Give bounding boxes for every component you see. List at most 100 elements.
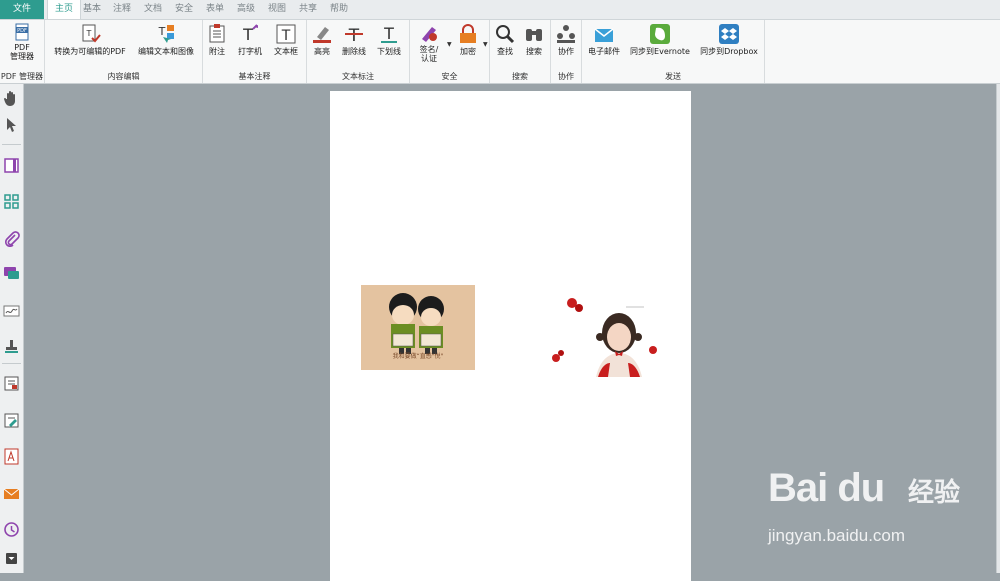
cartoon-couple-image[interactable]: 我和要做“直感"悦" <box>361 285 475 370</box>
pdf-manager-label-1: PDF <box>14 43 30 52</box>
group-search: 查找 搜索 搜索 <box>490 20 551 83</box>
encrypt-dropdown-arrow-icon[interactable]: ▼ <box>483 41 488 48</box>
evernote-icon <box>650 24 670 44</box>
tab-forms[interactable]: 表单 <box>203 0 227 19</box>
tab-advanced[interactable]: 高级 <box>234 0 258 19</box>
tab-document[interactable]: 文档 <box>141 0 165 19</box>
tab-basic[interactable]: 基本 <box>80 0 104 19</box>
group-pdf-manager: PDF PDF 管理器 PDF 管理器 <box>0 20 45 83</box>
pdf-file-icon: PDF <box>15 23 29 41</box>
svg-text:T: T <box>383 24 394 43</box>
envelope-icon <box>594 28 614 42</box>
comments-panel-icon[interactable] <box>3 265 20 282</box>
attachments-panel-icon[interactable] <box>3 230 20 247</box>
edit-text-image-icon: T <box>158 25 174 43</box>
document-page[interactable]: 我和要做“直感"悦" <box>330 91 691 581</box>
stamp-icon[interactable] <box>3 338 20 355</box>
sign-dropdown-arrow-icon[interactable]: ▼ <box>447 41 452 48</box>
sign-label-1: 签名/ <box>419 45 439 54</box>
sign-pen-icon <box>422 27 437 42</box>
convert-editable-pdf-button[interactable]: T 转换为可编辑的PDF <box>49 23 131 56</box>
pdf-manager-button[interactable]: PDF PDF 管理器 <box>4 23 40 61</box>
textbox-icon: T <box>276 24 296 44</box>
girl-roses-photo <box>548 295 664 377</box>
left-toolbar <box>0 84 24 573</box>
edit-text-image-label: 编辑文本和图像 <box>138 47 194 56</box>
email-panel-icon[interactable] <box>3 485 20 502</box>
group-label-content-edit: 内容编辑 <box>107 72 140 81</box>
tab-share[interactable]: 共享 <box>296 0 320 19</box>
signatures-panel-icon[interactable] <box>3 302 20 319</box>
tab-home[interactable]: 主页 <box>47 0 81 19</box>
group-send: 电子邮件 同步到Evernote 同步到Dropbox 发送 <box>582 20 765 83</box>
convert-pdf-icon: T <box>82 24 101 43</box>
typewriter-label: 打字机 <box>238 47 262 56</box>
girl-with-roses-image[interactable] <box>548 295 664 377</box>
edit-text-image-button[interactable]: T 编辑文本和图像 <box>133 23 199 56</box>
group-label-send: 发送 <box>665 72 681 81</box>
group-label-search: 搜索 <box>512 72 528 81</box>
svg-text:T: T <box>348 26 360 45</box>
underline-icon: T <box>381 24 397 43</box>
encrypt-button[interactable]: 加密 <box>454 23 482 56</box>
tab-security[interactable]: 安全 <box>172 0 196 19</box>
tab-view[interactable]: 视图 <box>265 0 289 19</box>
typewriter-button[interactable]: T 打字机 <box>234 23 266 56</box>
strikeout-button[interactable]: T 删除线 <box>339 23 369 56</box>
cartoon-image-caption: 我和要做“直感"悦" <box>392 353 444 360</box>
sync-evernote-button[interactable]: 同步到Evernote <box>628 23 692 56</box>
group-content-edit: T 转换为可编辑的PDF T 编辑文本和图像 内容编辑 <box>45 20 203 83</box>
sign-label-2: 认证 <box>421 54 437 63</box>
highlight-button[interactable]: 高亮 <box>309 23 335 56</box>
strikeout-label: 删除线 <box>342 47 366 56</box>
highlight-icon <box>313 27 331 43</box>
right-scrollbar[interactable] <box>996 84 1000 573</box>
toolbar-divider-2 <box>2 363 21 364</box>
expand-toolbar-icon[interactable] <box>3 550 20 567</box>
lock-icon <box>460 24 476 43</box>
bookmarks-panel-icon[interactable] <box>3 157 20 174</box>
group-label-basic-annotation: 基本注释 <box>238 72 271 81</box>
sync-evernote-label: 同步到Evernote <box>630 47 690 56</box>
email-label: 电子邮件 <box>588 47 620 56</box>
pdf-document-icon[interactable] <box>3 448 20 465</box>
email-button[interactable]: 电子邮件 <box>584 23 624 56</box>
select-arrow-icon[interactable] <box>3 116 20 133</box>
edit-document-icon[interactable] <box>3 412 20 429</box>
group-label-pdf-manager: PDF 管理器 <box>0 72 44 81</box>
search-button[interactable]: 搜索 <box>521 23 547 56</box>
underline-label: 下划线 <box>377 47 401 56</box>
strikeout-icon: T <box>345 26 363 45</box>
hand-tool-icon[interactable] <box>3 90 20 107</box>
tab-help[interactable]: 帮助 <box>327 0 351 19</box>
svg-text:T: T <box>86 29 92 38</box>
ribbon: PDF PDF 管理器 PDF 管理器 T 转换为可编辑的PDF T 编辑文本和… <box>0 20 1000 84</box>
jingyan-logo-text: 经验 <box>908 478 961 508</box>
convert-editable-pdf-label: 转换为可编辑的PDF <box>54 47 126 56</box>
baidu-logo-text: Bai du <box>768 466 885 510</box>
textbox-label: 文本框 <box>274 47 298 56</box>
sync-dropbox-button[interactable]: 同步到Dropbox <box>696 23 762 56</box>
group-text-markup: 高亮 T 删除线 T 下划线 文本标注 <box>307 20 410 83</box>
binoculars-icon <box>526 29 542 41</box>
group-collaboration: 协作 协作 <box>551 20 582 83</box>
find-button[interactable]: 查找 <box>492 23 518 56</box>
textbox-button[interactable]: T 文本框 <box>270 23 302 56</box>
watermark-url: jingyan.baidu.com <box>768 526 906 545</box>
tab-annotate[interactable]: 注释 <box>110 0 134 19</box>
svg-text:PDF: PDF <box>17 28 27 34</box>
layers-panel-icon[interactable] <box>3 375 20 392</box>
highlight-label: 高亮 <box>314 47 330 56</box>
sign-certify-button[interactable]: 签名/ 认证 <box>412 23 446 63</box>
find-label: 查找 <box>497 47 513 56</box>
collaborate-button[interactable]: 协作 <box>553 23 579 56</box>
note-button[interactable]: 附注 <box>205 23 229 56</box>
thumbnails-panel-icon[interactable] <box>3 193 20 210</box>
note-label: 附注 <box>209 47 225 56</box>
baidu-jingyan-watermark: Bai du 经验 jingyan.baidu.com <box>768 466 968 556</box>
encrypt-label: 加密 <box>460 47 476 56</box>
tab-file[interactable]: 文件 <box>0 0 44 19</box>
underline-button[interactable]: T 下划线 <box>373 23 405 56</box>
group-security: 签名/ 认证 ▼ 加密 ▼ 安全 <box>410 20 490 83</box>
history-icon[interactable] <box>3 521 20 538</box>
